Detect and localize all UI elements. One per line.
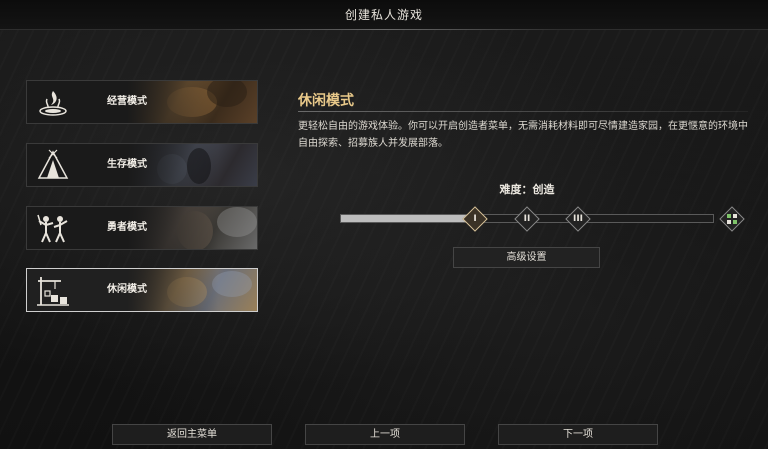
title-bar: 创建私人游戏 [0,0,768,30]
warriors-icon [37,214,68,243]
next-button[interactable]: 下一项 [498,424,658,445]
tent-icon [37,149,69,179]
campfire-icon [39,91,67,116]
previous-button[interactable]: 上一项 [305,424,465,445]
difficulty-label: 难度：创造 [499,183,555,196]
window-title: 创建私人游戏 [344,8,423,22]
mode-label-casual: 休闲模式 [107,284,147,295]
mode-label-management: 经营模式 [107,96,147,107]
selected-mode-title: 休闲模式 [298,93,354,109]
mode-card-hero[interactable]: 勇者模式 [26,206,258,250]
mode-label-hero: 勇者模式 [107,222,147,233]
advanced-settings-button[interactable]: 高级设置 [453,247,600,268]
mode-description: 更轻松自由的游戏体验。你可以开启创造者菜单，无需消耗材料即可尽情建造家园，在更惬… [298,121,748,149]
mode-label-survival: 生存模式 [107,159,147,170]
mode-card-casual[interactable]: 休闲模式 [26,268,258,312]
mode-card-survival[interactable]: 生存模式 [26,143,258,187]
mode-card-management[interactable]: 经营模式 [26,80,258,124]
back-to-main-menu-button[interactable]: 返回主菜单 [112,424,272,445]
custom-grid-icon [727,214,737,224]
difficulty-slider-fill [341,215,475,222]
divider [298,111,748,112]
building-icon [37,277,69,306]
